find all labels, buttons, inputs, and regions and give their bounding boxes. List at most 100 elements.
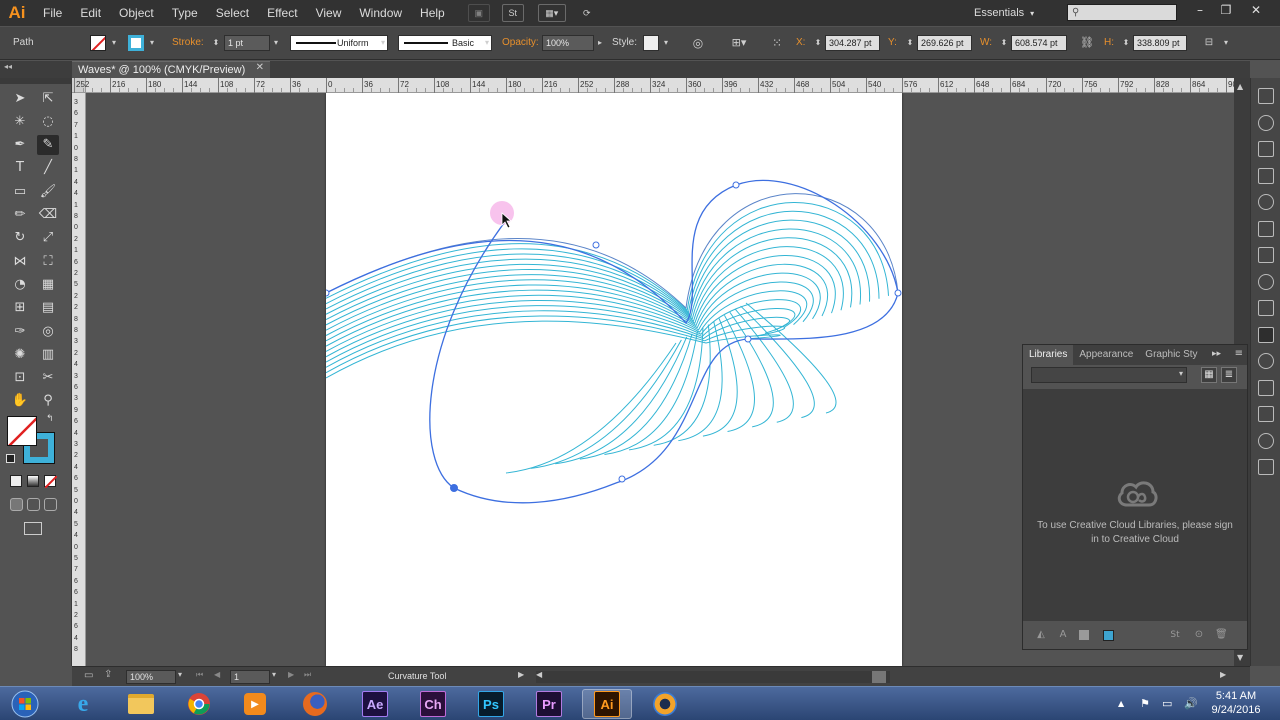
scale-tool-icon[interactable]: ⤢ (37, 228, 59, 248)
menu-type[interactable]: Type (163, 0, 207, 26)
pathfinder-icon[interactable] (1258, 459, 1274, 475)
align-icon[interactable] (1258, 432, 1274, 449)
taskbar-character-animator[interactable]: Ch (408, 689, 458, 719)
grid-view-icon[interactable]: ▦ (1201, 367, 1217, 383)
close-window-button[interactable]: ✕ (1242, 0, 1270, 20)
color-mode-icon[interactable] (10, 475, 22, 487)
fill-color-swatch[interactable] (7, 416, 37, 446)
transform-options-icon[interactable]: ⊟ (1200, 35, 1218, 51)
add-stroke-color-icon[interactable] (1103, 630, 1114, 641)
type-tool-icon[interactable]: T (9, 158, 31, 178)
color-guide-icon[interactable] (1258, 88, 1274, 104)
gradient-mode-icon[interactable] (27, 475, 39, 487)
draw-inside-icon[interactable] (44, 498, 57, 511)
menu-edit[interactable]: Edit (71, 0, 110, 26)
gradient-icon[interactable] (1258, 247, 1274, 263)
minimize-button[interactable]: – (1186, 0, 1214, 20)
status-history-icon[interactable]: ▭ (84, 670, 93, 681)
profile-dropdown[interactable]: ▾ (377, 35, 389, 51)
volume-icon[interactable]: 🔊 (1184, 697, 1198, 710)
system-clock[interactable]: 5:41 AM 9/24/2016 (1206, 689, 1266, 717)
vertical-ruler[interactable]: 3 6 7 1 0 8 1 4 4 1 8 0 2 1 6 2 5 2 2 8 8 3 2 4 3 6 3 9 6 4 3 2 4 6 5 0 4 5 4 0… (72, 93, 86, 666)
h-stepper[interactable]: ⬍ (1120, 35, 1132, 51)
artboard[interactable] (326, 93, 902, 666)
panel-more-tabs-icon[interactable]: ▸▸ (1212, 349, 1221, 359)
menu-help[interactable]: Help (411, 0, 454, 26)
start-button[interactable] (0, 689, 50, 719)
menu-select[interactable]: Select (207, 0, 258, 26)
wave-line[interactable] (326, 315, 786, 374)
magic-wand-tool-icon[interactable]: ✳ (9, 111, 31, 131)
tab-libraries[interactable]: Libraries (1023, 345, 1074, 365)
taskbar-media-player[interactable]: ▶ (230, 689, 280, 719)
shape-builder-tool-icon[interactable]: ◔ (9, 274, 31, 294)
arrange-documents-icon[interactable]: ▦▾ (537, 4, 566, 22)
toolbox-grip[interactable] (0, 78, 71, 84)
graphic-styles-icon[interactable] (1258, 194, 1274, 210)
opacity-arrow[interactable]: ▸ (594, 35, 606, 51)
tab-graphic-styles[interactable]: Graphic Sty (1139, 345, 1203, 365)
scroll-thumb[interactable] (872, 671, 886, 683)
paintbrush-tool-icon[interactable]: 🖌 (37, 181, 59, 201)
style-dropdown[interactable]: ▾ (660, 35, 672, 51)
anchor-point[interactable] (450, 484, 458, 492)
opacity-field[interactable]: 100% (542, 35, 594, 51)
wave-line[interactable] (326, 310, 791, 368)
tab-appearance[interactable]: Appearance (1073, 345, 1139, 365)
free-transform-tool-icon[interactable]: ⛶ (37, 251, 59, 271)
panel-menu-icon[interactable]: ≡ (1235, 348, 1243, 359)
scroll-left-icon[interactable]: ◀ (536, 670, 542, 679)
horizontal-ruler[interactable]: 252 216 180 144 108 72 36 0 36 72 108 144 180 216 252 2… (74, 78, 1277, 93)
fan-line[interactable] (629, 327, 704, 451)
symbol-sprayer-tool-icon[interactable]: ✺ (9, 344, 31, 364)
stroke-swatch[interactable] (128, 35, 144, 51)
library-select[interactable]: ▾ (1031, 367, 1187, 383)
document-tab[interactable]: Waves* @ 100% (CMYK/Preview) ✕ (72, 61, 270, 78)
width-tool-icon[interactable]: ⋈ (9, 251, 31, 271)
last-artboard-icon[interactable]: ⏭ (304, 670, 311, 680)
control-bar-menu-icon[interactable]: ▾ (1220, 35, 1232, 51)
selection-tool-icon[interactable]: ➤ (9, 88, 31, 108)
wave-line[interactable] (326, 210, 880, 314)
fill-swatch[interactable] (90, 35, 106, 51)
toolbox-collapse-button[interactable]: ◂◂ (0, 61, 72, 78)
taskbar-chrome[interactable] (174, 689, 224, 719)
menu-view[interactable]: View (307, 0, 351, 26)
stroke-weight-dropdown[interactable]: ▾ (270, 35, 282, 51)
layers-icon[interactable] (1258, 379, 1274, 396)
artboard-number-field[interactable]: 1 (230, 670, 270, 684)
hand-tool-icon[interactable]: ✋ (9, 391, 31, 411)
graphic-style-swatch[interactable] (643, 35, 659, 51)
scroll-down-icon[interactable]: ▼ (1237, 653, 1243, 662)
network-icon[interactable]: ▭ (1162, 697, 1172, 710)
direct-selection-tool-icon[interactable]: ⇱ (37, 88, 59, 108)
taskbar-after-effects[interactable]: Ae (350, 689, 400, 719)
bridge-icon[interactable]: ▣ (467, 4, 490, 22)
list-view-icon[interactable]: ≣ (1221, 367, 1237, 383)
swap-fill-stroke-icon[interactable]: ↰ (46, 414, 54, 424)
reference-point-icon[interactable]: ⁙ (768, 35, 786, 51)
add-character-style-icon[interactable]: A (1057, 629, 1069, 641)
constrain-proportions-icon[interactable]: ⛓ (1080, 35, 1094, 51)
recolor-artwork-icon[interactable]: ◎ (690, 35, 706, 51)
workspace-switcher[interactable]: Essentials ▾ (974, 0, 1034, 26)
draw-behind-icon[interactable] (27, 498, 40, 511)
artboards-icon[interactable] (1258, 353, 1274, 369)
stroke-dropdown[interactable]: ▾ (146, 35, 158, 51)
fan-line[interactable] (740, 305, 815, 419)
appearance-icon[interactable] (1258, 300, 1274, 316)
blend-tool-icon[interactable]: ◎ (37, 321, 59, 341)
lasso-tool-icon[interactable]: ◌ (37, 111, 59, 131)
anchor-point[interactable] (618, 475, 626, 483)
restore-button[interactable]: ❐ (1212, 0, 1240, 20)
rotate-tool-icon[interactable]: ↻ (9, 228, 31, 248)
selected-path[interactable] (326, 179, 899, 504)
wave-line[interactable] (326, 237, 853, 321)
sync-status-icon[interactable]: ⊙ (1193, 629, 1205, 641)
brush-definition[interactable]: Basic (398, 35, 492, 51)
wave-line[interactable] (326, 263, 829, 336)
default-colors-icon[interactable] (6, 454, 15, 463)
rectangle-tool-icon[interactable]: ▭ (9, 181, 31, 201)
y-stepper[interactable]: ⬍ (904, 35, 916, 51)
menu-window[interactable]: Window (350, 0, 411, 26)
